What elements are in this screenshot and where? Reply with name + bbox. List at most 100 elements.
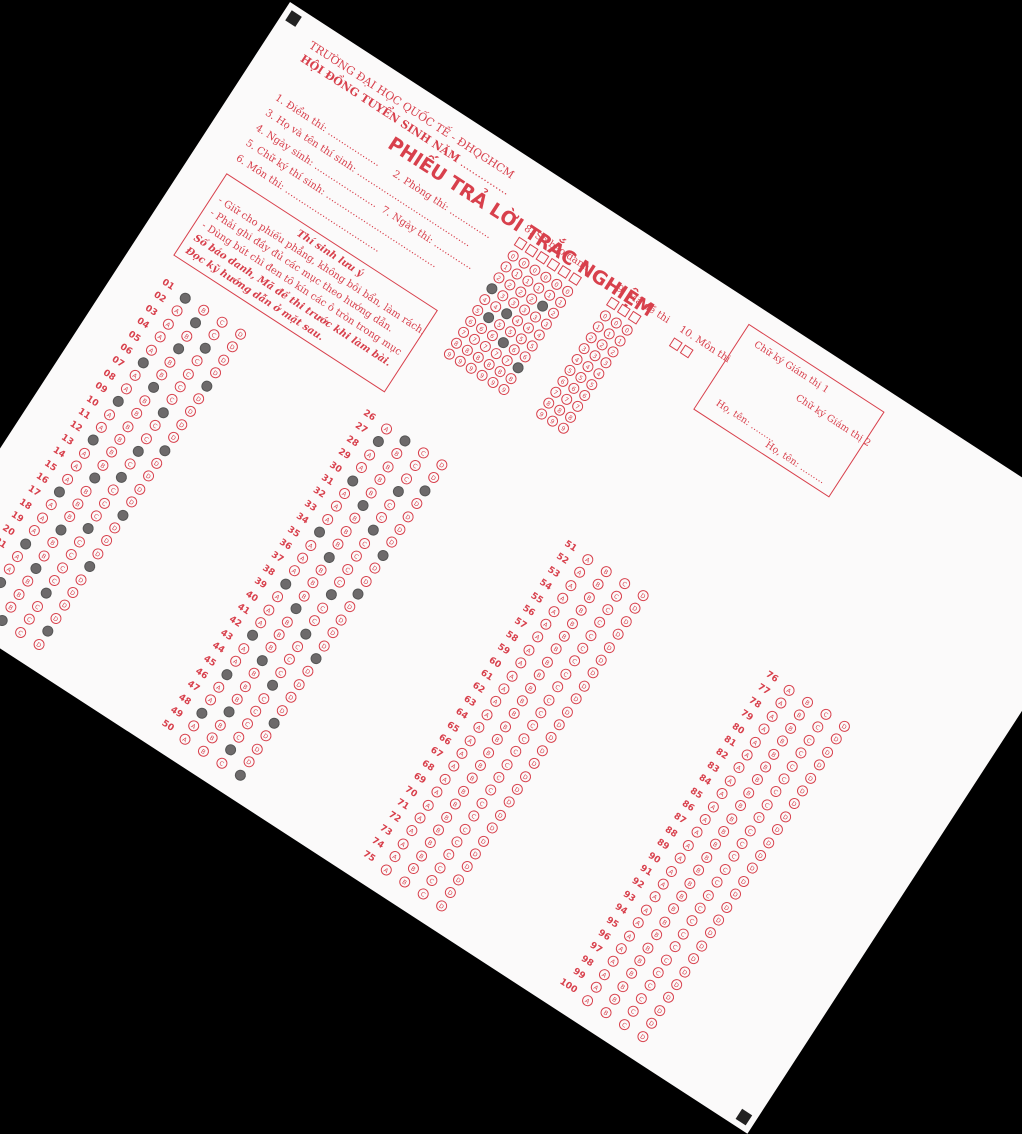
answer-bubble[interactable]: B: [581, 589, 598, 606]
answer-bubble[interactable]: B: [699, 849, 715, 865]
answer-bubble[interactable]: A: [1, 561, 17, 578]
answer-bubble[interactable]: D: [107, 520, 123, 536]
answer-bubble[interactable]: A: [412, 810, 428, 826]
answer-bubble[interactable]: A: [538, 616, 554, 632]
answer-bubble[interactable]: B: [279, 614, 296, 630]
answer-bubble[interactable]: C: [88, 508, 104, 524]
answer-bubble[interactable]: D: [576, 678, 593, 694]
answer-bubble[interactable]: A: [454, 745, 470, 762]
answer-bubble[interactable]: D: [610, 626, 626, 642]
answer-bubble[interactable]: D: [115, 507, 131, 523]
answer-bubble[interactable]: C: [608, 588, 624, 605]
answer-bubble[interactable]: A: [781, 682, 797, 698]
answer-bubble[interactable]: C: [625, 1003, 641, 1020]
answer-bubble[interactable]: B: [749, 772, 765, 788]
answer-bubble[interactable]: C: [457, 821, 473, 837]
answer-bubble[interactable]: C: [726, 848, 742, 865]
answer-bubble[interactable]: C: [55, 559, 71, 576]
answer-bubble[interactable]: B: [464, 770, 480, 786]
answer-bubble[interactable]: C: [80, 521, 96, 537]
answer-bubble[interactable]: A: [773, 695, 789, 711]
answer-bubble[interactable]: B: [783, 720, 799, 736]
answer-bubble[interactable]: D: [736, 873, 752, 889]
answer-bubble[interactable]: D: [300, 663, 316, 680]
answer-bubble[interactable]: A: [613, 941, 629, 957]
answer-bubble[interactable]: D: [685, 951, 702, 967]
answer-bubble[interactable]: A: [462, 732, 479, 749]
answer-bubble[interactable]: B: [187, 315, 203, 331]
answer-bubble[interactable]: D: [442, 885, 458, 901]
answer-bubble[interactable]: A: [160, 316, 177, 332]
answer-bubble[interactable]: D: [182, 404, 198, 420]
answer-bubble[interactable]: D: [719, 899, 735, 915]
answer-bubble[interactable]: D: [526, 755, 542, 772]
answer-bubble[interactable]: D: [593, 652, 609, 668]
answer-bubble[interactable]: D: [216, 352, 232, 368]
answer-bubble[interactable]: C: [122, 456, 138, 472]
answer-bubble[interactable]: B: [397, 874, 413, 890]
answer-bubble[interactable]: B: [330, 536, 346, 552]
answer-bubble[interactable]: C: [810, 719, 826, 735]
answer-bubble[interactable]: D: [618, 613, 635, 630]
answer-bubble[interactable]: B: [321, 549, 338, 565]
answer-bubble[interactable]: B: [514, 693, 531, 709]
answer-bubble[interactable]: B: [363, 484, 380, 501]
answer-bubble[interactable]: A: [0, 574, 9, 590]
answer-bubble[interactable]: C: [642, 977, 658, 994]
answer-bubble[interactable]: B: [447, 796, 463, 812]
answer-bubble[interactable]: B: [103, 444, 120, 460]
answer-bubble[interactable]: D: [316, 638, 333, 654]
answer-bubble[interactable]: B: [774, 733, 791, 749]
answer-bubble[interactable]: C: [30, 598, 46, 614]
answer-bubble[interactable]: C: [633, 990, 650, 1007]
answer-bubble[interactable]: A: [404, 823, 420, 839]
answer-bubble[interactable]: D: [543, 730, 559, 746]
answer-bubble[interactable]: B: [539, 654, 556, 670]
answer-bubble[interactable]: A: [261, 602, 277, 618]
answer-bubble[interactable]: A: [51, 484, 68, 500]
answer-bubble[interactable]: C: [147, 417, 163, 434]
answer-bubble[interactable]: D: [744, 860, 760, 877]
answer-bubble[interactable]: D: [560, 704, 576, 720]
answer-bubble[interactable]: A: [680, 837, 697, 853]
answer-bubble[interactable]: A: [647, 889, 663, 905]
answer-bubble[interactable]: C: [46, 572, 63, 589]
answer-bubble[interactable]: D: [199, 378, 215, 394]
answer-bubble[interactable]: C: [415, 885, 432, 902]
answer-bubble[interactable]: D: [803, 770, 819, 786]
answer-bubble[interactable]: C: [784, 758, 801, 774]
answer-bubble[interactable]: D: [451, 872, 467, 888]
answer-bubble[interactable]: A: [370, 434, 386, 450]
answer-bubble[interactable]: C: [650, 965, 666, 981]
answer-bubble[interactable]: C: [155, 405, 172, 421]
answer-bubble[interactable]: B: [263, 639, 279, 656]
answer-bubble[interactable]: A: [135, 355, 151, 371]
answer-bubble[interactable]: C: [348, 548, 364, 564]
answer-bubble[interactable]: B: [707, 836, 723, 853]
answer-bubble[interactable]: C: [550, 679, 566, 695]
answer-bubble[interactable]: A: [529, 629, 546, 645]
answer-bubble[interactable]: C: [709, 874, 725, 890]
answer-bubble[interactable]: A: [269, 589, 286, 605]
answer-bubble[interactable]: A: [194, 705, 210, 721]
answer-bubble[interactable]: A: [689, 824, 705, 841]
answer-bubble[interactable]: D: [266, 715, 282, 731]
answer-bubble[interactable]: B: [162, 354, 178, 370]
answer-bubble[interactable]: C: [700, 887, 717, 903]
answer-bubble[interactable]: B: [137, 393, 153, 409]
answer-bubble[interactable]: C: [440, 847, 457, 863]
answer-bubble[interactable]: A: [102, 406, 118, 423]
answer-bubble[interactable]: C: [63, 547, 79, 563]
answer-bubble[interactable]: A: [429, 784, 445, 800]
answer-bubble[interactable]: D: [383, 534, 400, 550]
answer-bubble[interactable]: A: [18, 536, 34, 552]
answer-bubble[interactable]: C: [189, 353, 205, 369]
answer-bubble[interactable]: A: [110, 393, 126, 410]
answer-bubble[interactable]: A: [664, 863, 680, 879]
answer-bubble[interactable]: D: [224, 339, 240, 355]
answer-bubble[interactable]: D: [836, 718, 853, 734]
answer-bubble[interactable]: B: [732, 798, 749, 814]
answer-bubble[interactable]: B: [481, 744, 497, 761]
answer-bubble[interactable]: A: [336, 485, 353, 502]
answer-bubble[interactable]: A: [320, 511, 336, 527]
